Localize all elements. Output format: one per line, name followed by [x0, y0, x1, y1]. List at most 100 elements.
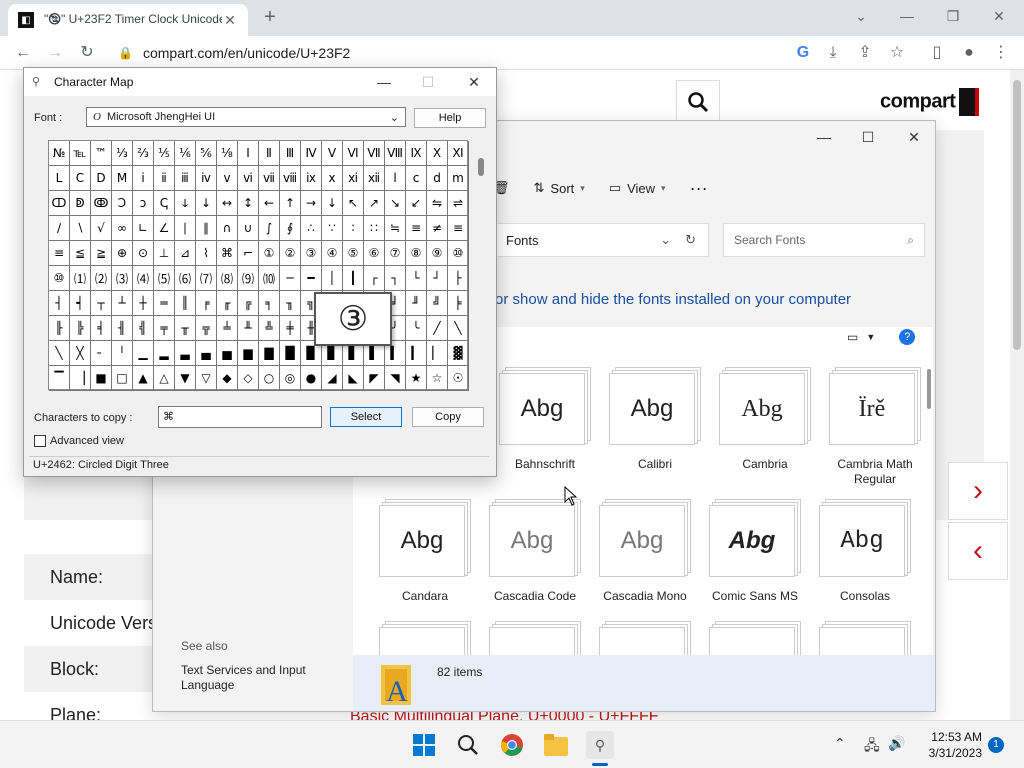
- character-cell[interactable]: ⅶ: [259, 166, 280, 191]
- character-cell[interactable]: Ⅷ: [385, 141, 406, 166]
- character-cell[interactable]: ╣: [133, 316, 154, 341]
- character-cell[interactable]: ┌: [364, 266, 385, 291]
- character-cell[interactable]: ↆ: [175, 191, 196, 216]
- character-cell[interactable]: ┴: [112, 291, 133, 316]
- character-cell[interactable]: ▏: [427, 341, 448, 366]
- chevron-up-icon[interactable]: ⌃: [834, 735, 846, 752]
- character-cell[interactable]: ╲: [448, 316, 469, 341]
- character-cell[interactable]: ⅾ: [427, 166, 448, 191]
- character-cell[interactable]: ∩: [217, 216, 238, 241]
- character-cell[interactable]: ↓: [196, 191, 217, 216]
- character-cell[interactable]: │: [322, 266, 343, 291]
- character-cell[interactable]: ②: [280, 241, 301, 266]
- browser-collapse-icon[interactable]: ⌄: [838, 2, 884, 30]
- page-scrollbar[interactable]: [1010, 70, 1024, 720]
- character-cell[interactable]: ↔: [217, 191, 238, 216]
- install-icon[interactable]: ⤓: [820, 40, 846, 66]
- search-icon[interactable]: [454, 731, 482, 759]
- character-cell[interactable]: ↘: [385, 191, 406, 216]
- address-bar[interactable]: 🔒 compart.com/en/unicode/U+23F2: [108, 39, 908, 67]
- font-tile[interactable]: Abg Calibri: [605, 367, 705, 472]
- character-cell[interactable]: ╕: [259, 291, 280, 316]
- character-cell[interactable]: ★: [406, 366, 427, 391]
- character-cell[interactable]: ⊙: [133, 241, 154, 266]
- character-cell[interactable]: Ⅼ: [49, 166, 70, 191]
- character-cell[interactable]: ┥: [70, 291, 91, 316]
- character-cell[interactable]: ⑤: [343, 241, 364, 266]
- character-cell[interactable]: Ⅹ: [427, 141, 448, 166]
- character-cell[interactable]: ┃: [343, 266, 364, 291]
- more-options-button[interactable]: ···: [690, 178, 708, 199]
- share-icon[interactable]: ⇪: [852, 40, 878, 66]
- character-cell[interactable]: ⅷ: [280, 166, 301, 191]
- character-cell[interactable]: ③: [301, 241, 322, 266]
- fonts-scrollbar[interactable]: [927, 369, 931, 409]
- character-cell[interactable]: ☆: [427, 366, 448, 391]
- reload-icon[interactable]: ↻: [74, 40, 100, 66]
- windows-start-icon[interactable]: [410, 731, 438, 759]
- advanced-view-checkbox[interactable]: Advanced view: [34, 435, 124, 447]
- character-cell[interactable]: ⅱ: [154, 166, 175, 191]
- character-cell[interactable]: Ⅽ: [70, 166, 91, 191]
- chrome-menu-icon[interactable]: ⋮: [988, 40, 1014, 66]
- system-clock[interactable]: 12:53 AM 3/31/2023: [920, 729, 982, 761]
- character-cell[interactable]: Ⅴ: [322, 141, 343, 166]
- character-cell[interactable]: ⑺: [196, 266, 217, 291]
- character-cell[interactable]: ④: [322, 241, 343, 266]
- characters-to-copy-input[interactable]: ⌘: [158, 406, 322, 428]
- view-mode-icon[interactable]: ▭: [847, 330, 858, 344]
- character-cell[interactable]: ┼: [133, 291, 154, 316]
- charmap-close-button[interactable]: ✕: [454, 70, 494, 94]
- character-cell[interactable]: ⑷: [133, 266, 154, 291]
- character-cell[interactable]: ▄: [196, 341, 217, 366]
- character-cell[interactable]: ━: [301, 266, 322, 291]
- character-cell[interactable]: █: [280, 341, 301, 366]
- character-cell[interactable]: ∣: [175, 216, 196, 241]
- charmap-titlebar[interactable]: ⚲ Character Map — ☐ ✕: [24, 68, 496, 96]
- character-cell[interactable]: ╦: [196, 316, 217, 341]
- character-cell[interactable]: ⅿ: [448, 166, 469, 191]
- character-cell[interactable]: ◢: [322, 366, 343, 391]
- character-cell[interactable]: ╤: [154, 316, 175, 341]
- character-cell[interactable]: ╝: [427, 291, 448, 316]
- character-cell[interactable]: ≡: [448, 216, 469, 241]
- character-cell[interactable]: ≡: [49, 241, 70, 266]
- character-cell[interactable]: ▁: [133, 341, 154, 366]
- character-cell[interactable]: □: [112, 366, 133, 391]
- character-cell[interactable]: ╵: [112, 341, 133, 366]
- character-cell[interactable]: ┐: [385, 266, 406, 291]
- character-cell[interactable]: ≠: [427, 216, 448, 241]
- character-cell[interactable]: ◣: [343, 366, 364, 391]
- character-cell[interactable]: ∖: [70, 216, 91, 241]
- side-panel-icon[interactable]: ▯: [924, 40, 950, 66]
- copy-button[interactable]: Copy: [412, 407, 484, 427]
- character-cell[interactable]: №: [49, 141, 70, 166]
- font-tile[interactable]: Ïrě Cambria Math Regular: [825, 367, 925, 487]
- character-cell[interactable]: ∠: [154, 216, 175, 241]
- character-cell[interactable]: ▼: [175, 366, 196, 391]
- chevron-down-icon[interactable]: ⌄: [660, 232, 671, 248]
- character-cell[interactable]: ∟: [133, 216, 154, 241]
- character-cell[interactable]: ⇌: [448, 191, 469, 216]
- character-cell[interactable]: ╴: [91, 341, 112, 366]
- character-cell[interactable]: ⑩: [448, 241, 469, 266]
- character-cell[interactable]: ⑻: [217, 266, 238, 291]
- character-cell[interactable]: ↑: [280, 191, 301, 216]
- character-cell[interactable]: ⅴ: [217, 166, 238, 191]
- character-cell[interactable]: ║: [175, 291, 196, 316]
- charmap-maximize-button[interactable]: ☐: [408, 70, 448, 94]
- character-cell[interactable]: ⑴: [70, 266, 91, 291]
- character-cell[interactable]: ⑥: [364, 241, 385, 266]
- character-cell[interactable]: Ⅲ: [280, 141, 301, 166]
- font-select[interactable]: O Microsoft JhengHei UI ⌄: [86, 107, 406, 127]
- character-cell[interactable]: ⑼: [238, 266, 259, 291]
- checkbox-box[interactable]: [34, 435, 46, 447]
- help-icon[interactable]: ?: [899, 329, 916, 345]
- character-cell[interactable]: Ↄ: [112, 191, 133, 216]
- site-search-icon[interactable]: [676, 80, 720, 124]
- character-cell[interactable]: ⅳ: [196, 166, 217, 191]
- font-tile[interactable]: Abg Consolas: [815, 499, 915, 604]
- browser-restore-button[interactable]: ❐: [930, 2, 976, 30]
- character-cell[interactable]: ↄ: [133, 191, 154, 216]
- help-button[interactable]: Help: [414, 108, 486, 128]
